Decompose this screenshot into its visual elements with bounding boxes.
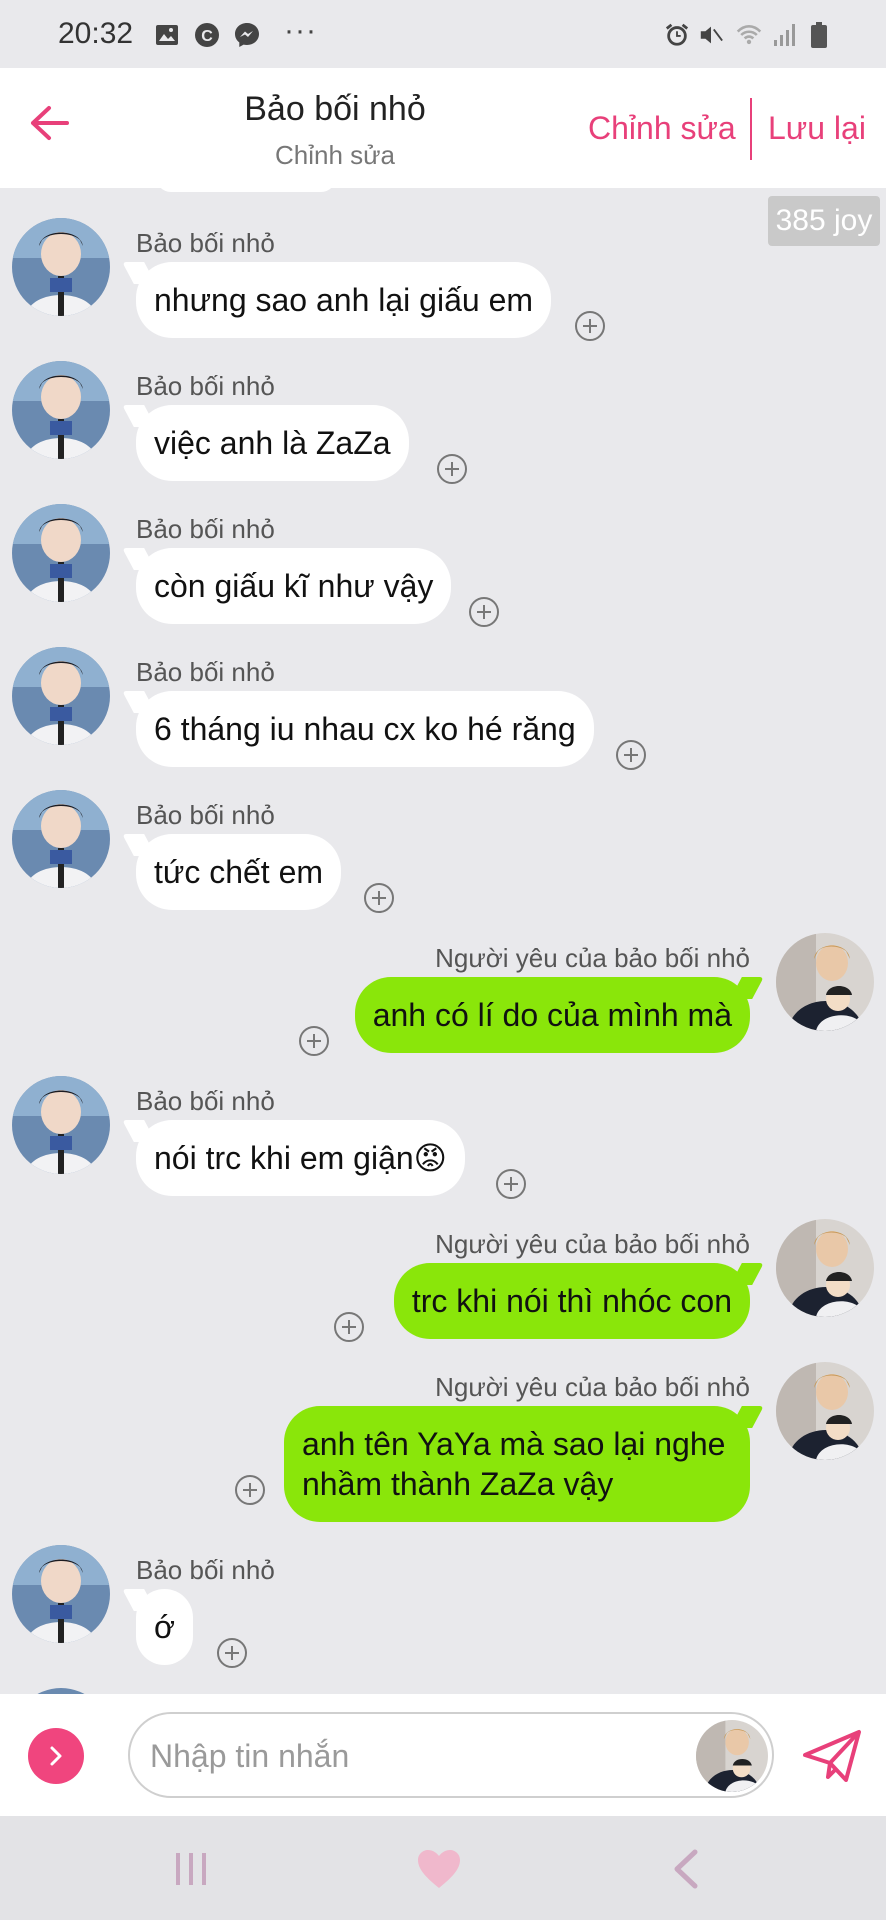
sender-name: Người yêu của bảo bối nhỏ xyxy=(435,943,750,973)
message-bubble[interactable]: anh tên YaYa mà sao lại nghe nhầm thành … xyxy=(284,1406,750,1522)
add-reaction-icon[interactable] xyxy=(299,1026,329,1056)
sender-name: Bảo bối nhỏ xyxy=(136,228,275,258)
avatar[interactable] xyxy=(12,647,110,745)
expand-chevron-icon[interactable] xyxy=(28,1728,84,1784)
avatar[interactable] xyxy=(12,504,110,602)
sender-name: Người yêu của bảo bối nhỏ xyxy=(435,1372,750,1402)
message-bubble[interactable]: ớ xyxy=(136,1589,193,1665)
sender-name: Bảo bối nhỏ xyxy=(136,371,275,401)
chat-area[interactable]: 385 joy Bảo bối nhỏ nhưng sao anh lại gi… xyxy=(0,188,886,1694)
sender-name: Bảo bối nhỏ xyxy=(136,1555,275,1585)
message-composer xyxy=(0,1694,886,1816)
more-dots-icon: ··· xyxy=(284,14,317,47)
avatar[interactable] xyxy=(776,933,874,1031)
avatar[interactable] xyxy=(12,218,110,316)
message-bubble[interactable]: anh có lí do của mình mà xyxy=(354,977,750,1053)
add-reaction-icon[interactable] xyxy=(616,740,646,770)
sender-name: Bảo bối nhỏ xyxy=(136,1086,275,1116)
sender-name: Bảo bối nhỏ xyxy=(136,800,275,830)
status-time: 20:32 xyxy=(58,17,134,50)
message-input-wrapper xyxy=(128,1712,774,1798)
messenger-icon xyxy=(234,22,260,48)
add-reaction-icon[interactable] xyxy=(235,1475,265,1505)
mute-icon xyxy=(698,22,724,48)
send-icon[interactable] xyxy=(800,1724,864,1788)
avatar[interactable] xyxy=(12,1545,110,1643)
avatar[interactable] xyxy=(776,1219,874,1317)
message-bubble[interactable]: việc anh là ZaZa xyxy=(136,405,409,481)
message-input[interactable] xyxy=(150,1732,650,1780)
svg-text:C: C xyxy=(201,28,213,45)
system-nav-bar xyxy=(0,1816,886,1920)
add-reaction-icon[interactable] xyxy=(364,883,394,913)
sender-name: Người yêu của bảo bối nhỏ xyxy=(435,1229,750,1259)
add-reaction-icon[interactable] xyxy=(575,311,605,341)
back-icon[interactable] xyxy=(662,1844,712,1894)
wifi-icon xyxy=(736,22,762,48)
edit-button[interactable]: Chỉnh sửa xyxy=(588,110,736,147)
add-reaction-icon[interactable] xyxy=(437,454,467,484)
avatar[interactable] xyxy=(776,1362,874,1460)
save-button[interactable]: Lưu lại xyxy=(768,110,866,147)
partial-message-bubble xyxy=(156,188,336,192)
page-subtitle[interactable]: Chỉnh sửa xyxy=(0,140,670,171)
recent-apps-icon[interactable] xyxy=(166,1844,216,1894)
header-divider xyxy=(750,98,752,160)
image-icon xyxy=(154,22,180,48)
heart-home-icon[interactable] xyxy=(414,1844,464,1894)
signal-icon xyxy=(772,22,798,48)
message-bubble[interactable]: nói trc khi em giận😡 xyxy=(136,1120,466,1196)
add-reaction-icon[interactable] xyxy=(469,597,499,627)
add-reaction-icon[interactable] xyxy=(217,1638,247,1668)
chat-header: Bảo bối nhỏ Chỉnh sửa Chỉnh sửa Lưu lại xyxy=(0,68,886,188)
message-bubble[interactable]: tức chết em xyxy=(136,834,342,910)
avatar[interactable] xyxy=(12,361,110,459)
c-icon: C xyxy=(194,22,220,48)
alarm-icon xyxy=(664,22,690,48)
battery-icon xyxy=(806,22,832,48)
sender-avatar-switch[interactable] xyxy=(696,1720,768,1792)
page-title: Bảo bối nhỏ xyxy=(244,90,426,128)
add-reaction-icon[interactable] xyxy=(334,1312,364,1342)
message-bubble[interactable]: trc khi nói thì nhóc con xyxy=(393,1263,750,1339)
message-bubble[interactable]: còn giấu kĩ như vậy xyxy=(136,548,452,624)
avatar[interactable] xyxy=(12,790,110,888)
sender-name: Bảo bối nhỏ xyxy=(136,514,275,544)
avatar[interactable] xyxy=(12,1076,110,1174)
message-bubble[interactable]: 6 tháng iu nhau cx ko hé răng xyxy=(136,691,594,767)
sender-name: Bảo bối nhỏ xyxy=(136,657,275,687)
message-bubble[interactable]: nhưng sao anh lại giấu em xyxy=(136,262,552,338)
joy-badge: 385 joy xyxy=(768,196,880,246)
status-bar: 20:32 C ··· xyxy=(0,0,886,68)
add-reaction-icon[interactable] xyxy=(496,1169,526,1199)
